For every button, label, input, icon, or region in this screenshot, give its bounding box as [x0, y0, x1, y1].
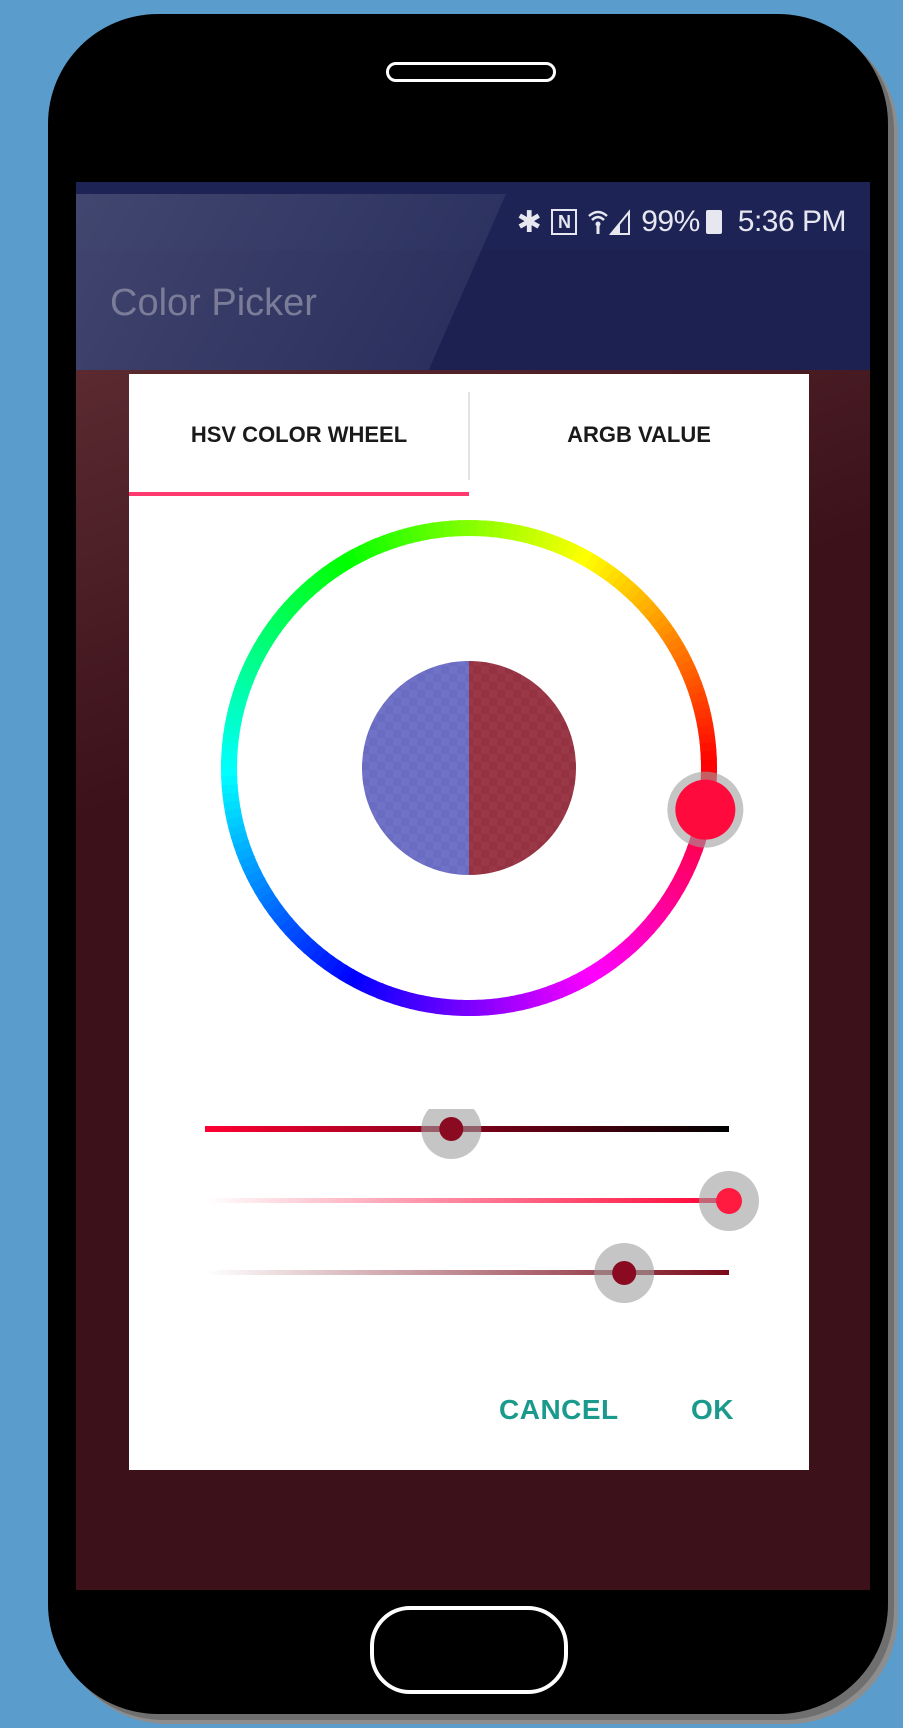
tab-hsv-color-wheel[interactable]: HSV COLOR WHEEL — [129, 374, 469, 496]
battery-percent: 99% — [641, 205, 700, 238]
clock: 5:36 PM — [737, 205, 847, 238]
saturation-slider-thumb — [439, 1117, 464, 1141]
alpha-slider[interactable] — [205, 1243, 729, 1303]
saturation-slider[interactable] — [205, 1109, 729, 1159]
value-slider-track — [205, 1198, 729, 1203]
ok-button[interactable]: OK — [691, 1394, 734, 1426]
slider-group — [205, 1109, 759, 1303]
dialog-actions: CANCEL OK — [129, 1374, 809, 1454]
color-preview-circle — [362, 661, 576, 875]
status-bar-top — [76, 182, 870, 194]
alpha-slider-thumb — [612, 1261, 637, 1285]
cancel-button[interactable]: CANCEL — [499, 1394, 619, 1426]
speaker-grille — [386, 62, 556, 82]
value-slider[interactable] — [205, 1171, 759, 1231]
value-slider-thumb — [716, 1188, 742, 1214]
tab-bar: HSV COLOR WHEEL ARGB VALUE — [129, 374, 809, 496]
home-button[interactable] — [370, 1606, 568, 1694]
tab-argb-value[interactable]: ARGB VALUE — [469, 374, 809, 496]
nfc-icon: N — [551, 209, 578, 235]
hue-thumb-dot — [675, 779, 736, 840]
battery-icon — [705, 210, 722, 234]
color-picker-dialog: HSV COLOR WHEEL ARGB VALUE CANCEL OK — [129, 374, 809, 1470]
wifi-signal-icon — [587, 208, 631, 236]
app-title: Color Picker — [110, 282, 317, 324]
tab-indicator — [129, 492, 469, 496]
app-bar: Color Picker — [76, 250, 870, 370]
bluetooth-icon: ✱ — [516, 205, 542, 239]
phone-frame: ✱ N 99% 5:36 PM Color Picker HSV COLOR W… — [48, 14, 888, 1714]
screen: ✱ N 99% 5:36 PM Color Picker HSV COLOR W… — [76, 182, 870, 1590]
hue-thumb[interactable] — [667, 771, 744, 848]
hue-wheel[interactable] — [129, 514, 809, 1074]
